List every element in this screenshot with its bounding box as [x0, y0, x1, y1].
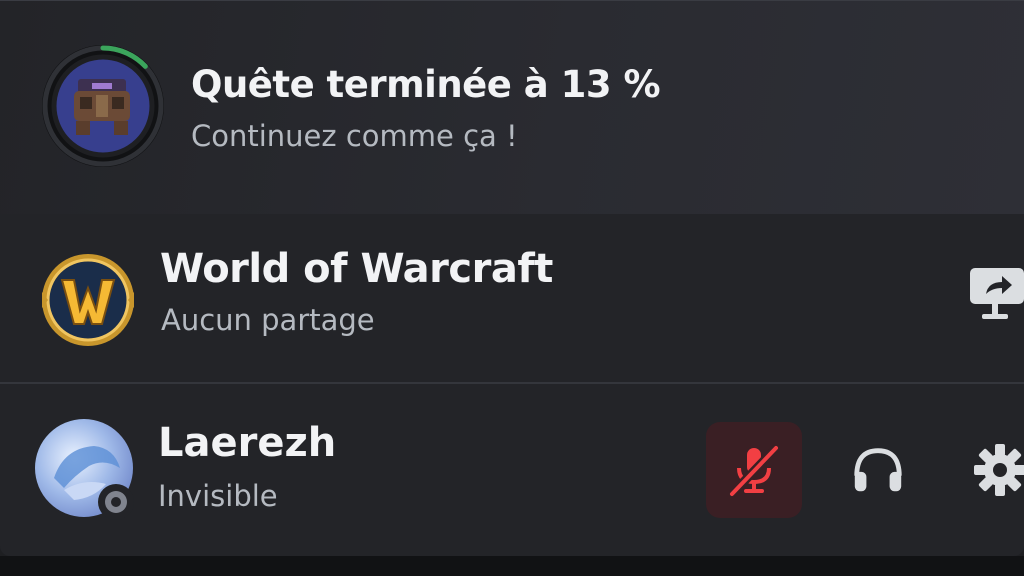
window-bottom-edge	[0, 556, 1024, 576]
user-panel: Quête terminée à 13 % Continuez comme ça…	[0, 0, 1024, 556]
microphone-muted-icon	[728, 444, 780, 498]
user-status: Invisible	[158, 479, 278, 513]
user-bar: Laerezh Invisible	[0, 384, 1024, 556]
quest-progress-card[interactable]: Quête terminée à 13 % Continuez comme ça…	[0, 0, 1024, 215]
screen-share-button[interactable]	[966, 262, 1024, 326]
world-of-warcraft-icon	[42, 254, 134, 346]
headphones-icon	[854, 448, 902, 492]
username: Laerezh	[158, 420, 337, 466]
deafen-button[interactable]	[830, 422, 926, 518]
quest-title: Quête terminée à 13 %	[191, 63, 661, 106]
avatar[interactable]	[34, 418, 142, 526]
game-name: World of Warcraft	[160, 246, 553, 292]
quest-subtitle: Continuez comme ça !	[191, 119, 518, 153]
quest-progress-ring	[42, 45, 164, 167]
mute-microphone-button[interactable]	[706, 422, 802, 518]
gear-icon	[974, 444, 1024, 496]
game-activity: World of Warcraft Aucun partage	[0, 214, 1024, 382]
user-settings-button[interactable]	[952, 422, 1024, 518]
share-status: Aucun partage	[161, 303, 375, 337]
screen-share-icon	[970, 268, 1024, 319]
